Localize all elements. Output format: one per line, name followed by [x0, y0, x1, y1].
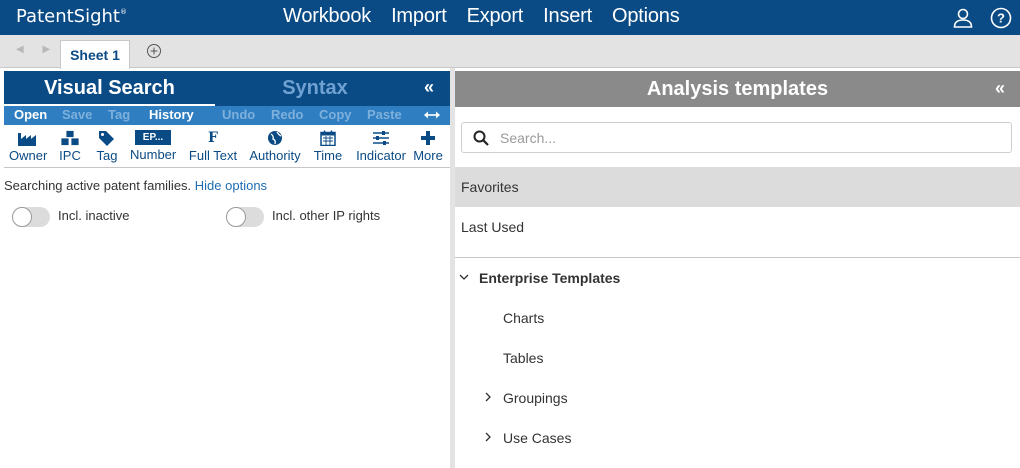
hide-options-link[interactable]: Hide options	[195, 178, 267, 193]
help-icon[interactable]: ?	[990, 7, 1012, 29]
tree-label-groupings: Groupings	[503, 390, 568, 406]
search-input[interactable]	[500, 128, 1000, 148]
paste-button[interactable]: Paste	[367, 107, 402, 122]
menu-import[interactable]: Import	[391, 5, 447, 28]
toggle-knob	[12, 207, 32, 227]
chevron-down-icon	[459, 274, 469, 280]
menu-workbook[interactable]: Workbook	[283, 5, 371, 28]
tool-number[interactable]: EP... Number	[130, 130, 176, 162]
tree-tables[interactable]: Tables	[455, 338, 1020, 378]
cubes-icon	[60, 130, 80, 146]
factory-icon	[18, 133, 36, 146]
sheet-bar: ◀ ▶ Sheet 1	[0, 35, 1020, 69]
last-used-item[interactable]: Last Used	[455, 207, 1020, 258]
tree-enterprise-templates[interactable]: Enterprise Templates	[455, 258, 1020, 298]
tool-more-label: More	[413, 148, 443, 163]
swap-icon[interactable]	[424, 109, 440, 121]
save-button[interactable]: Save	[62, 107, 92, 122]
panel-title: Analysis templates	[646, 78, 829, 100]
collapse-right-icon[interactable]: «	[995, 78, 1005, 99]
menu-export[interactable]: Export	[467, 5, 524, 28]
tag-icon	[99, 131, 114, 146]
main-menu: Workbook Import Export Insert Options	[283, 5, 700, 28]
search-tools: Owner IPC Tag EP... Number F Full Text A…	[4, 128, 450, 168]
tree-label-tables: Tables	[503, 350, 544, 366]
chevron-right-icon	[485, 432, 491, 442]
undo-button[interactable]: Undo	[222, 107, 255, 122]
tab-syntax[interactable]: Syntax	[215, 71, 415, 106]
favorites-item[interactable]: Favorites	[455, 167, 1020, 207]
globe-icon	[268, 131, 282, 145]
tool-more[interactable]: More	[412, 130, 444, 163]
logo-text: PatentSight	[16, 6, 120, 27]
tool-authority-label: Authority	[249, 148, 301, 163]
tool-fulltext-label: Full Text	[188, 148, 238, 163]
open-button[interactable]: Open	[14, 107, 47, 122]
tree-label-use-cases: Use Cases	[503, 430, 572, 446]
sliders-icon	[373, 131, 389, 145]
sheet-nav-arrows[interactable]: ◀ ▶	[16, 44, 58, 55]
tool-indicator[interactable]: Indicator	[354, 130, 408, 163]
plus-icon	[421, 131, 435, 145]
action-bar: Open Save Tag History Undo Redo Copy Pas…	[4, 106, 450, 125]
tree-label-enterprise: Enterprise Templates	[479, 270, 621, 286]
fulltext-icon: F	[208, 130, 218, 146]
menu-insert[interactable]: Insert	[543, 5, 592, 28]
tool-fulltext[interactable]: F Full Text	[187, 130, 239, 163]
user-icon[interactable]	[952, 7, 974, 29]
tool-tag[interactable]: Tag	[94, 130, 120, 163]
toggle-knob	[226, 207, 246, 227]
tree-label-charts: Charts	[503, 310, 545, 326]
svg-text:?: ?	[997, 11, 1005, 26]
tool-tag-label: Tag	[96, 148, 118, 163]
search-icon	[473, 130, 489, 146]
tree-groupings[interactable]: Groupings	[455, 378, 1020, 418]
tree-use-cases[interactable]: Use Cases	[455, 418, 1020, 458]
tool-number-label: Number	[130, 147, 177, 162]
menu-options[interactable]: Options	[612, 5, 680, 28]
visual-search-panel: Visual Search Syntax « Open Save Tag His…	[4, 71, 450, 468]
tool-time[interactable]: Time	[312, 130, 344, 163]
toggle-inactive-label: Incl. inactive	[58, 208, 130, 223]
left-panel-header: Visual Search Syntax «	[4, 71, 450, 106]
history-button[interactable]: History	[149, 107, 194, 122]
tool-owner-label: Owner	[9, 148, 48, 163]
toggle-switch[interactable]	[12, 207, 50, 227]
tool-indicator-label: Indicator	[356, 148, 406, 163]
tool-authority[interactable]: Authority	[248, 130, 302, 163]
redo-button[interactable]: Redo	[271, 107, 304, 122]
analysis-templates-panel: Analysis templates « Favorites Last Used…	[455, 71, 1020, 468]
tree-charts[interactable]: Charts	[455, 298, 1020, 338]
toggle-other-ip-label: Incl. other IP rights	[272, 208, 381, 223]
status-text: Searching active patent families.	[4, 178, 192, 193]
tab-visual-search[interactable]: Visual Search	[4, 71, 215, 106]
collapse-left-icon[interactable]: «	[424, 77, 434, 98]
tag-action-button[interactable]: Tag	[108, 107, 130, 122]
app-logo[interactable]: PatentSight®	[16, 6, 127, 27]
number-badge-icon: EP...	[135, 130, 171, 145]
toggle-switch[interactable]	[226, 207, 264, 227]
copy-button[interactable]: Copy	[319, 107, 352, 122]
template-search	[461, 122, 1012, 153]
add-sheet-icon[interactable]	[146, 43, 162, 59]
search-status: Searching active patent families. Hide o…	[4, 178, 267, 193]
tool-ipc-label: IPC	[59, 148, 81, 163]
sheet-tab-active[interactable]: Sheet 1	[60, 40, 130, 69]
top-bar: PatentSight® Workbook Import Export Inse…	[0, 0, 1020, 35]
tool-ipc[interactable]: IPC	[56, 130, 84, 163]
calendar-icon	[320, 130, 336, 146]
right-panel-header: Analysis templates «	[455, 71, 1020, 107]
tool-owner[interactable]: Owner	[9, 130, 48, 163]
tool-time-label: Time	[313, 148, 343, 163]
logo-mark: ®	[120, 8, 127, 16]
chevron-right-icon	[485, 392, 491, 402]
